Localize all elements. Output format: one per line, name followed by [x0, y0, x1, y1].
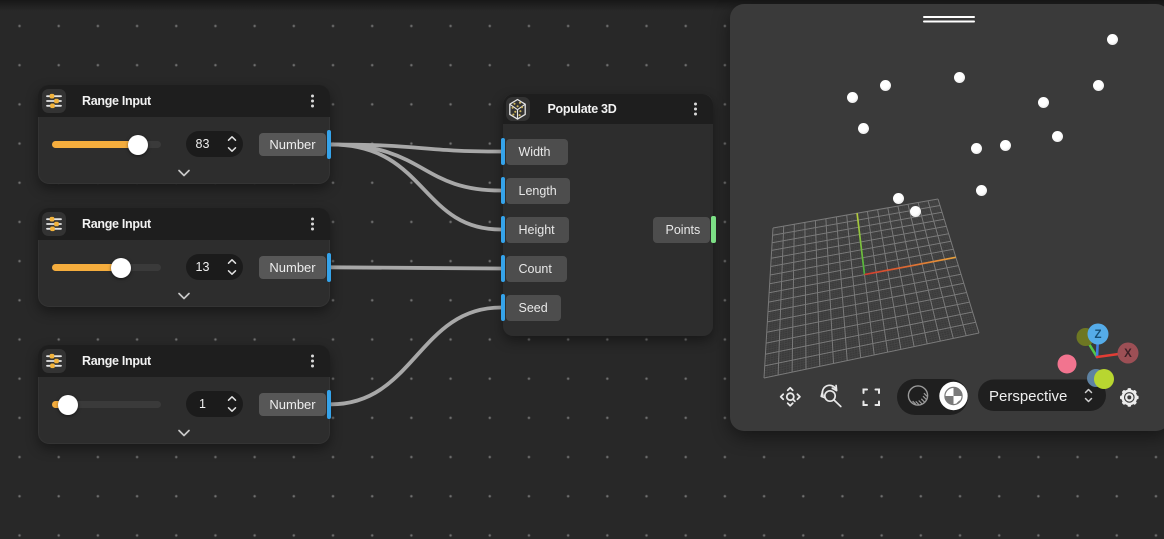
svg-text:X: X	[1124, 348, 1132, 360]
svg-text:Z: Z	[1094, 329, 1101, 341]
